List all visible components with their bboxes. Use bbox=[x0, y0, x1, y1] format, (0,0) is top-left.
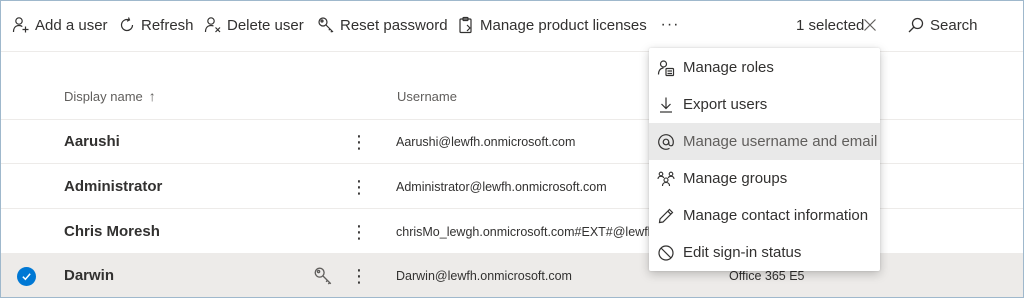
add-person-icon bbox=[11, 15, 31, 35]
selection-count: 1 selected bbox=[796, 1, 864, 49]
refresh-icon bbox=[117, 15, 137, 35]
more-actions-button[interactable]: ··· bbox=[657, 1, 683, 49]
users-page: Add a user Refresh Delete user Reset pas… bbox=[0, 0, 1024, 298]
refresh-button[interactable]: Refresh bbox=[117, 1, 194, 49]
add-user-button[interactable]: Add a user bbox=[11, 1, 108, 49]
refresh-label: Refresh bbox=[141, 16, 194, 34]
column-header-display-name-label: Display name bbox=[64, 88, 143, 104]
menu-item-export-users[interactable]: Export users bbox=[649, 86, 880, 123]
command-bar: Add a user Refresh Delete user Reset pas… bbox=[1, 1, 1023, 49]
key-icon bbox=[316, 15, 336, 35]
row-more-actions-button[interactable]: ⋮ bbox=[350, 165, 368, 209]
username-cell: Administrator@lewfh.onmicrosoft.com bbox=[396, 180, 607, 194]
display-name-link[interactable]: Chris Moresh bbox=[64, 210, 160, 254]
search-icon bbox=[906, 15, 926, 35]
clipboard-icon bbox=[456, 15, 476, 35]
username-cell: Darwin@lewfh.onmicrosoft.com bbox=[396, 269, 572, 283]
menu-item-label: Manage contact information bbox=[683, 207, 869, 224]
reset-password-button[interactable]: Reset password bbox=[316, 1, 448, 49]
menu-item-manage-contact-information[interactable]: Manage contact information bbox=[649, 197, 880, 234]
menu-item-manage-username-and-email[interactable]: Manage username and email bbox=[649, 123, 880, 160]
username-cell: Aarushi@lewfh.onmicrosoft.com bbox=[396, 135, 576, 149]
reset-password-key-icon[interactable] bbox=[313, 266, 333, 286]
menu-item-label: Manage roles bbox=[683, 59, 774, 76]
download-icon bbox=[656, 95, 676, 115]
pencil-icon bbox=[656, 206, 676, 226]
more-actions-menu: Manage roles Export users Manage usernam… bbox=[649, 48, 880, 271]
column-header-display-name[interactable]: Display name ↑ bbox=[64, 77, 156, 115]
delete-user-label: Delete user bbox=[227, 16, 304, 34]
menu-item-label: Export users bbox=[683, 96, 768, 113]
row-checkbox-checked[interactable] bbox=[17, 267, 36, 286]
username-cell: chrisMo_lewgh.onmicrosoft.com#EXT#@lewfh bbox=[396, 225, 655, 239]
row-more-actions-button[interactable]: ⋮ bbox=[350, 120, 368, 164]
menu-item-label: Manage username and email bbox=[683, 133, 878, 150]
menu-item-manage-roles[interactable]: Manage roles bbox=[649, 49, 880, 86]
display-name-link[interactable]: Aarushi bbox=[64, 120, 120, 164]
add-user-label: Add a user bbox=[35, 16, 108, 34]
menu-item-label: Edit sign-in status bbox=[683, 244, 802, 261]
clear-selection-button[interactable] bbox=[863, 1, 881, 49]
reset-password-label: Reset password bbox=[340, 16, 448, 34]
row-more-actions-button[interactable]: ⋮ bbox=[350, 254, 368, 297]
selection-count-label: 1 selected bbox=[796, 16, 865, 34]
more-icon: ··· bbox=[660, 16, 680, 33]
row-more-actions-button[interactable]: ⋮ bbox=[350, 210, 368, 254]
display-name-link[interactable]: Administrator bbox=[64, 165, 162, 209]
manage-product-licenses-label: Manage product licenses bbox=[480, 16, 647, 34]
delete-user-button[interactable]: Delete user bbox=[203, 1, 304, 49]
column-header-username[interactable]: Username bbox=[397, 77, 457, 115]
display-name-link[interactable]: Darwin bbox=[64, 254, 114, 297]
manage-product-licenses-button[interactable]: Manage product licenses bbox=[456, 1, 647, 49]
at-sign-icon bbox=[656, 132, 676, 152]
delete-person-icon bbox=[203, 15, 223, 35]
sort-ascending-icon: ↑ bbox=[148, 88, 156, 104]
close-icon bbox=[861, 15, 879, 35]
checkmark-icon bbox=[22, 273, 31, 281]
search-button[interactable]: Search bbox=[906, 1, 978, 49]
blocked-icon bbox=[656, 243, 676, 263]
menu-item-manage-groups[interactable]: Manage groups bbox=[649, 160, 880, 197]
person-roles-icon bbox=[656, 58, 676, 78]
search-label: Search bbox=[930, 16, 978, 34]
group-icon bbox=[656, 169, 676, 189]
menu-item-label: Manage groups bbox=[683, 170, 788, 187]
column-header-username-label: Username bbox=[397, 88, 457, 104]
menu-item-edit-sign-in-status[interactable]: Edit sign-in status bbox=[649, 234, 880, 271]
